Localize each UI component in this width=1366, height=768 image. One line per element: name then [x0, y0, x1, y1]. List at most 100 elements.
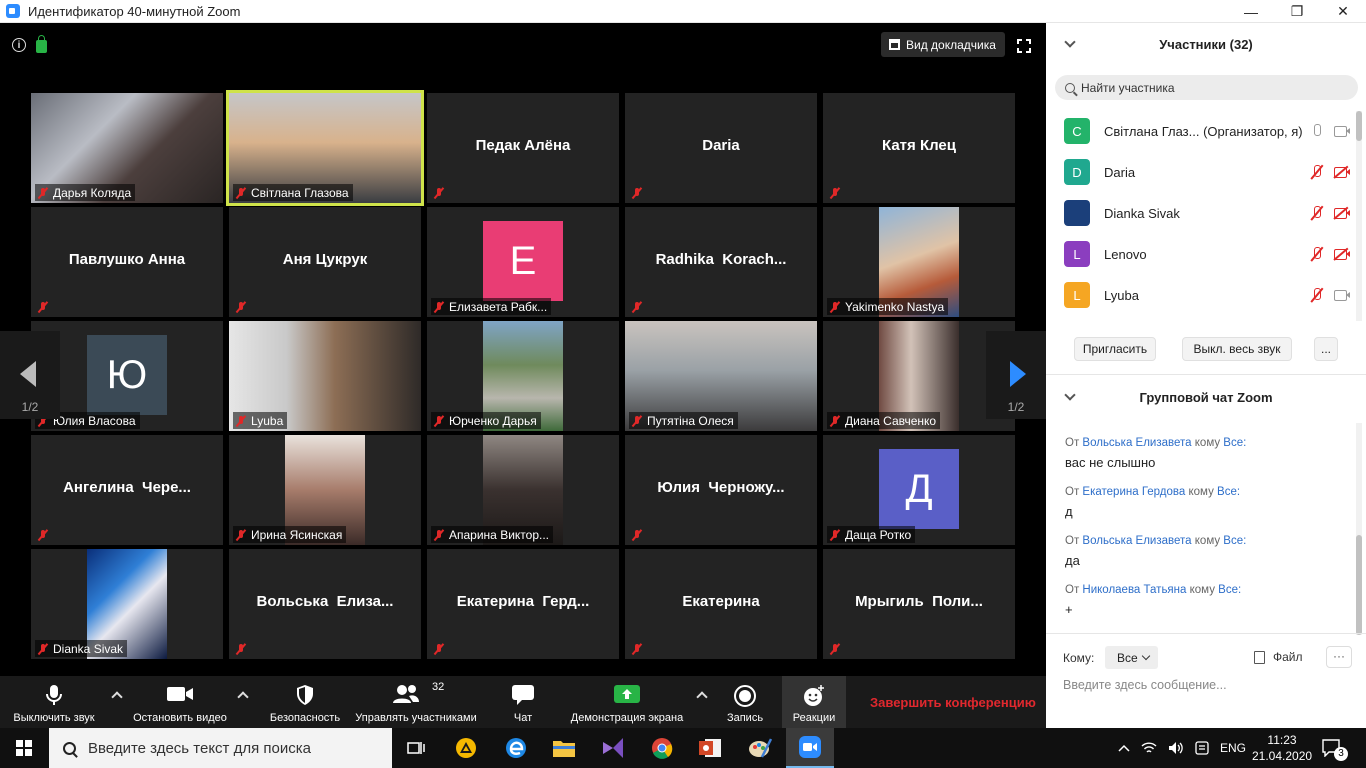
chat-button[interactable]: Чат: [500, 676, 546, 728]
video-tile[interactable]: Апарина Виктор...: [427, 435, 619, 545]
tray-chevron-up-icon[interactable]: [1118, 743, 1130, 753]
reactions-button[interactable]: Реакции: [782, 676, 846, 728]
taskbar-search-input[interactable]: Введите здесь текст для поиска: [49, 728, 392, 768]
participants-button[interactable]: 32 Управлять участниками: [346, 676, 486, 728]
record-button[interactable]: Запись: [722, 676, 768, 728]
participant-name: Yakimenko Nastya: [845, 299, 945, 314]
invite-button[interactable]: Пригласить: [1074, 337, 1156, 361]
video-tile[interactable]: Yakimenko Nastya: [823, 207, 1015, 317]
video-tile[interactable]: Юлия Черножу...: [625, 435, 817, 545]
mute-all-button[interactable]: Выкл. весь звук: [1182, 337, 1292, 361]
fullscreen-icon[interactable]: [1017, 39, 1031, 53]
video-tile[interactable]: Педак Алёна: [427, 93, 619, 203]
start-button[interactable]: [0, 728, 48, 768]
chat-recipient[interactable]: Все:: [1217, 486, 1240, 498]
share-options-chevron-icon[interactable]: [697, 690, 707, 700]
zoom-taskbar-icon[interactable]: [786, 728, 834, 768]
participant-name: Lenovo: [1104, 246, 1147, 262]
audio-options-chevron-icon[interactable]: [112, 690, 122, 700]
notifications-button[interactable]: 3: [1322, 728, 1352, 768]
participants-scrollbar[interactable]: [1356, 111, 1362, 321]
chat-recipient[interactable]: Все:: [1223, 437, 1246, 449]
share-screen-button[interactable]: Демонстрация экрана: [564, 676, 690, 728]
participant-row[interactable]: L Lenovo: [1064, 240, 1350, 268]
video-tile[interactable]: Юрченко Дарья: [427, 321, 619, 431]
chat-recipient[interactable]: Все:: [1223, 535, 1246, 547]
chat-scrollbar[interactable]: [1356, 423, 1362, 635]
network-icon[interactable]: [1141, 741, 1157, 755]
close-button[interactable]: ✕: [1320, 0, 1366, 23]
participant-name: Диана Савченко: [845, 413, 937, 428]
participant-row[interactable]: С Світлана Глаз... (Организатор, я): [1064, 117, 1350, 145]
chat-sender[interactable]: Николаева Татьяна: [1082, 584, 1186, 596]
language-indicator[interactable]: ENG: [1220, 741, 1246, 755]
visual-studio-icon[interactable]: [589, 728, 637, 768]
participant-status: [1310, 288, 1350, 302]
taskbar-clock[interactable]: 11:23 21.04.2020: [1252, 732, 1312, 764]
info-icon[interactable]: i: [12, 38, 26, 52]
chat-title: Групповой чат Zoom: [1139, 390, 1273, 405]
video-tile[interactable]: Мрыгиль Поли...: [823, 549, 1015, 659]
chat-sender[interactable]: Екатерина Гердова: [1082, 486, 1185, 498]
video-tile[interactable]: Екатерина: [625, 549, 817, 659]
panel-divider: [1046, 374, 1366, 375]
video-tile[interactable]: Путятіна Олеся: [625, 321, 817, 431]
video-tile[interactable]: Д Даща Ротко: [823, 435, 1015, 545]
video-tile[interactable]: Вольська Елиза...: [229, 549, 421, 659]
video-tile[interactable]: Світлана Глазова: [226, 90, 424, 206]
volume-icon[interactable]: [1168, 741, 1184, 755]
participant-row[interactable]: Dianka Sivak: [1064, 199, 1350, 227]
file-explorer-icon[interactable]: [540, 728, 588, 768]
video-tile[interactable]: Radhika Korach...: [625, 207, 817, 317]
lock-icon[interactable]: [36, 35, 47, 53]
video-tile[interactable]: Ангелина Чере...: [31, 435, 223, 545]
stop-video-button[interactable]: Остановить видео: [126, 676, 234, 728]
edge-browser-icon[interactable]: [492, 728, 540, 768]
video-tile[interactable]: Daria: [625, 93, 817, 203]
video-tile[interactable]: Аня Цукрук: [229, 207, 421, 317]
chat-to-label-inline: кому: [1191, 535, 1224, 547]
participants-more-button[interactable]: ...: [1314, 337, 1338, 361]
video-tile[interactable]: Павлушко Анна: [31, 207, 223, 317]
minimize-button[interactable]: —: [1228, 0, 1274, 23]
video-tile[interactable]: E Елизавета Рабк...: [427, 207, 619, 317]
chat-message-input[interactable]: Введите здесь сообщение...: [1063, 678, 1227, 692]
mute-button[interactable]: Выключить звук: [0, 676, 108, 728]
chat-recipient[interactable]: Все:: [1218, 584, 1241, 596]
file-button[interactable]: Файл: [1254, 650, 1303, 664]
meeting-area: i Вид докладчика Дарья Коляда Світлана Гл…: [0, 23, 1046, 676]
participant-search-placeholder: Найти участника: [1081, 80, 1175, 95]
chat-recipient-select[interactable]: Все: [1105, 646, 1158, 669]
app-triangle-icon[interactable]: [442, 728, 490, 768]
end-meeting-button[interactable]: Завершить конференцию: [870, 695, 1036, 710]
participant-avatar: D: [1064, 159, 1090, 185]
participant-row[interactable]: L Lyuba: [1064, 281, 1350, 309]
video-tile[interactable]: Lyuba: [229, 321, 421, 431]
maximize-button[interactable]: ❐: [1274, 0, 1320, 23]
mic-muted-icon: [235, 187, 247, 199]
security-button[interactable]: Безопасность: [266, 676, 344, 728]
paint-icon[interactable]: [736, 728, 784, 768]
participant-label: Дарья Коляда: [35, 184, 136, 201]
video-tile[interactable]: Катя Клец: [823, 93, 1015, 203]
task-view-icon[interactable]: [392, 728, 440, 768]
participant-row[interactable]: D Daria: [1064, 158, 1350, 186]
chat-sender[interactable]: Вольська Елизавета: [1082, 535, 1191, 547]
ime-icon[interactable]: [1195, 741, 1209, 755]
prev-page-button[interactable]: 1/2: [0, 331, 60, 419]
participant-search-input[interactable]: Найти участника: [1055, 75, 1358, 100]
video-tile[interactable]: Ирина Ясинская: [229, 435, 421, 545]
video-tile[interactable]: Dianka Sivak: [31, 549, 223, 659]
chat-more-button[interactable]: ···: [1326, 646, 1352, 668]
chat-from-label: От: [1065, 535, 1083, 547]
speaker-view-button[interactable]: Вид докладчика: [881, 32, 1005, 57]
powerpoint-icon[interactable]: [686, 728, 734, 768]
video-options-chevron-icon[interactable]: [238, 690, 248, 700]
chrome-browser-icon[interactable]: [638, 728, 686, 768]
chat-to-label-inline: кому: [1191, 437, 1224, 449]
chat-sender[interactable]: Вольська Елизавета: [1082, 437, 1191, 449]
video-tile[interactable]: Екатерина Герд...: [427, 549, 619, 659]
video-tile[interactable]: Дарья Коляда: [31, 93, 223, 203]
next-page-button[interactable]: 1/2: [986, 331, 1046, 419]
clock-time: 11:23: [1267, 733, 1297, 747]
